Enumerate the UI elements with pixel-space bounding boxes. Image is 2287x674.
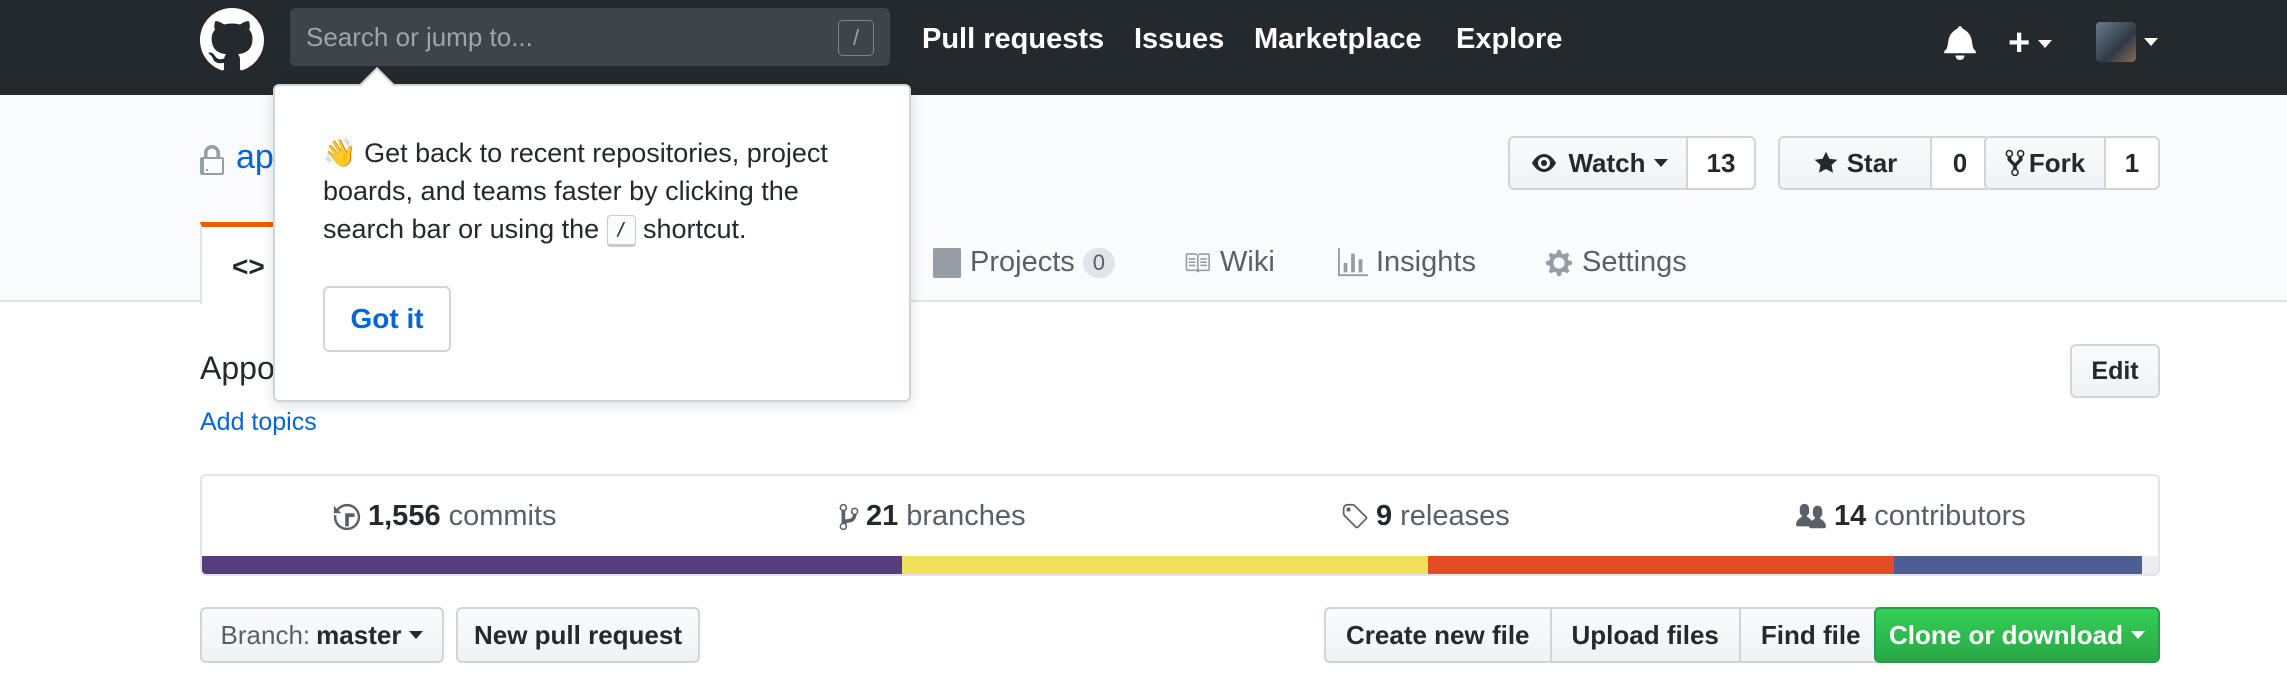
- releases-count: 9: [1376, 500, 1393, 532]
- tag-icon: [1342, 503, 1368, 528]
- branches-label: branches: [906, 500, 1026, 532]
- people-icon: [1796, 503, 1826, 528]
- create-new-file-button[interactable]: Create new file: [1324, 607, 1550, 663]
- branch-select-button[interactable]: Branch: master: [200, 607, 444, 663]
- commits-label: commits: [448, 500, 557, 532]
- tab-settings-label: Settings: [1582, 246, 1687, 278]
- waving-hand-icon: 👋: [323, 138, 357, 168]
- star-group: Star 0: [1778, 136, 1990, 190]
- global-header: Search or jump to... / Pull requests Iss…: [0, 0, 2287, 95]
- branch-prefix: Branch:: [220, 619, 311, 650]
- projects-counter: 0: [1082, 247, 1116, 278]
- nav-explore[interactable]: Explore: [1456, 23, 1562, 56]
- popover-message: 👋 Get back to recent repositories, proje…: [323, 134, 883, 248]
- language-bar-segment[interactable]: [902, 556, 1429, 574]
- search-shortcut-key: /: [838, 20, 874, 56]
- commits-count: 1,556: [368, 500, 441, 532]
- tab-settings[interactable]: Settings: [1544, 246, 1687, 279]
- branch-icon: [839, 503, 859, 530]
- tab-projects-label: Projects: [970, 246, 1075, 278]
- tab-wiki-label: Wiki: [1220, 246, 1275, 278]
- watch-group: Watch 13: [1508, 136, 1756, 190]
- nav-issues[interactable]: Issues: [1134, 23, 1224, 56]
- popover-text-2: shortcut.: [635, 214, 747, 244]
- watch-count[interactable]: 13: [1688, 136, 1756, 190]
- repo-description: Appo: [200, 350, 275, 386]
- branches-link[interactable]: 21 branches: [838, 500, 1026, 533]
- fork-icon: [2005, 149, 2025, 177]
- tab-insights[interactable]: Insights: [1338, 246, 1476, 279]
- chevron-down-icon: [409, 631, 424, 639]
- plus-icon: +: [2008, 22, 2031, 64]
- contributors-count: 14: [1834, 500, 1867, 532]
- lock-icon: [200, 145, 224, 175]
- clone-or-download-button[interactable]: Clone or download: [1874, 607, 2160, 663]
- language-bar-segment[interactable]: [1893, 556, 2143, 574]
- repo-name-link[interactable]: ap: [236, 138, 274, 177]
- fork-count[interactable]: 1: [2106, 136, 2160, 190]
- slash-shortcut-key: /: [606, 214, 636, 247]
- new-pull-request-button[interactable]: New pull request: [456, 607, 700, 663]
- releases-link[interactable]: 9 releases: [1340, 500, 1510, 533]
- tab-projects[interactable]: Projects 0: [932, 246, 1116, 279]
- nav-marketplace[interactable]: Marketplace: [1254, 23, 1422, 56]
- branches-count: 21: [866, 500, 899, 532]
- search-input[interactable]: Search or jump to... /: [290, 8, 890, 66]
- fork-group: Fork 1: [1984, 136, 2160, 190]
- releases-label: releases: [1400, 500, 1510, 532]
- language-bar-segment[interactable]: [1428, 556, 1894, 574]
- file-actions-group: Create new file Upload files Find file: [1324, 607, 1883, 663]
- history-icon: [333, 503, 361, 530]
- contributors-link[interactable]: 14 contributors: [1794, 500, 2026, 533]
- add-topics-link[interactable]: Add topics: [200, 408, 317, 437]
- language-bar-segment[interactable]: [2142, 556, 2158, 574]
- upload-files-button[interactable]: Upload files: [1549, 607, 1739, 663]
- tab-insights-label: Insights: [1376, 246, 1476, 278]
- nav-pull-requests[interactable]: Pull requests: [922, 23, 1104, 56]
- star-button[interactable]: Star: [1778, 136, 1932, 190]
- fork-button[interactable]: Fork: [1984, 136, 2106, 190]
- tab-wiki[interactable]: Wiki: [1182, 246, 1275, 279]
- star-label: Star: [1846, 147, 1898, 178]
- fork-label: Fork: [2028, 147, 2086, 178]
- eye-icon: [1532, 154, 1557, 172]
- repo-summary: 1,556 commits 21 branches 9 releases 14 …: [200, 474, 2160, 576]
- branch-name: master: [316, 619, 402, 650]
- chevron-down-icon: [1653, 159, 1668, 167]
- graph-icon: [1338, 247, 1368, 276]
- search-placeholder: Search or jump to...: [306, 22, 533, 52]
- language-bar[interactable]: [202, 556, 2158, 574]
- user-menu-dropdown[interactable]: [2096, 22, 2158, 62]
- popover-text-1: Get back to recent repositories, project…: [323, 138, 828, 244]
- contributors-label: contributors: [1874, 500, 2026, 532]
- avatar: [2096, 22, 2136, 62]
- star-icon: [1814, 151, 1838, 173]
- star-count[interactable]: 0: [1932, 136, 1990, 190]
- project-icon: [932, 247, 962, 278]
- clone-label: Clone or download: [1889, 619, 2123, 650]
- edit-description-button[interactable]: Edit: [2070, 344, 2160, 398]
- search-onboarding-popover: 👋 Get back to recent repositories, proje…: [273, 67, 911, 402]
- watch-button[interactable]: Watch: [1508, 136, 1688, 190]
- create-new-dropdown[interactable]: +: [2008, 22, 2053, 65]
- find-file-button[interactable]: Find file: [1738, 607, 1883, 663]
- language-bar-segment[interactable]: [202, 556, 903, 574]
- chevron-down-icon: [2131, 631, 2145, 639]
- code-icon: <>: [232, 251, 265, 282]
- chevron-down-icon: [2038, 39, 2053, 48]
- chevron-down-icon: [2144, 38, 2158, 46]
- book-icon: [1185, 252, 1210, 273]
- got-it-button[interactable]: Got it: [323, 286, 451, 352]
- github-logo-icon[interactable]: [200, 8, 264, 72]
- watch-label: Watch: [1568, 147, 1646, 178]
- bell-icon[interactable]: [1944, 24, 1976, 60]
- commits-link[interactable]: 1,556 commits: [332, 500, 557, 533]
- gear-icon: [1545, 249, 1573, 276]
